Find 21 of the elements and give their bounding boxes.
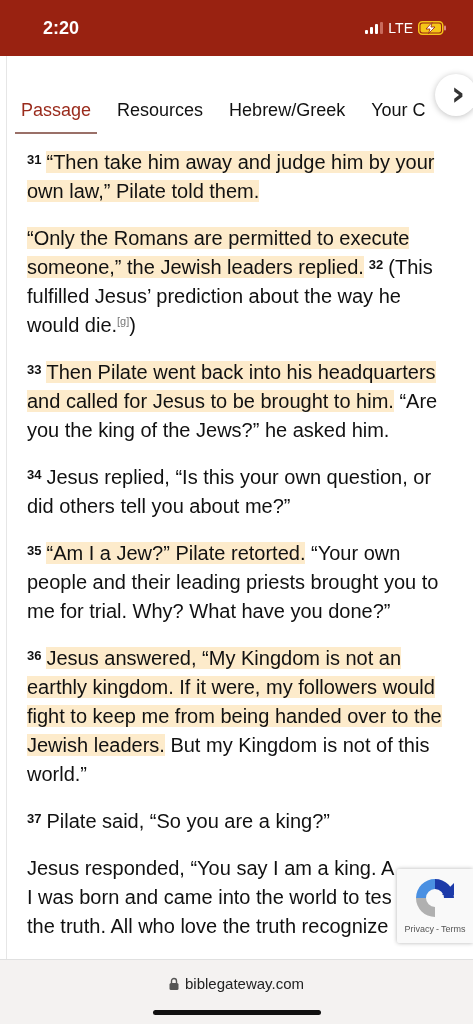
battery-icon <box>418 21 447 35</box>
tab[interactable]: Hebrew/Greek <box>223 62 352 134</box>
signal-icon <box>365 22 384 34</box>
tab[interactable]: Passage <box>15 62 98 134</box>
link[interactable]: Privacy <box>404 924 434 934</box>
verse-paragraph: $^{35}$ “Am I a Jew?” Pilate retorted. “Your own people and their leading priests brought you to me for trial. Why? What have you done?” <box>27 541 440 624</box>
verse-paragraph: $^{37}$ Pilate said, “So you are a king?” <box>27 809 331 834</box>
clock: 2:20 <box>43 17 80 39</box>
verse-paragraph: $^{33}$ Then Pilate went back into his headquarters and called for Jesus to be brought to him. “Are you the king of the Jews?” he asked him. <box>27 360 439 443</box>
verse-paragraph: $^{31}$ “Then take him away and judge him by your own law,” Pilate told them. <box>27 150 436 204</box>
separator: - <box>436 924 439 934</box>
tab[interactable]: Resources <box>111 62 210 134</box>
scroll-right-button[interactable]: › <box>435 74 473 116</box>
network-label: LTE <box>388 20 413 36</box>
verse-paragraph: Jesus responded, “You say I am a king. A I was born and came into the world to tes the truth. All who love the truth recognize <box>27 856 395 939</box>
verse-paragraph: “Only the Romans are permitted to execute someone,” the Jewish leaders replied. $^{32}$ (This fulfilled Jesus’ prediction about the way he would die.$^{[g]}$) <box>27 226 434 338</box>
url-link[interactable]: biblegateway.com <box>185 975 304 992</box>
verse-paragraph: $^{34}$ Jesus replied, “Is this your own question, or did others tell you about me?” <box>27 465 433 519</box>
lock-icon <box>169 977 179 990</box>
tab[interactable]: Your C <box>365 62 432 134</box>
link[interactable]: Terms <box>441 924 466 934</box>
